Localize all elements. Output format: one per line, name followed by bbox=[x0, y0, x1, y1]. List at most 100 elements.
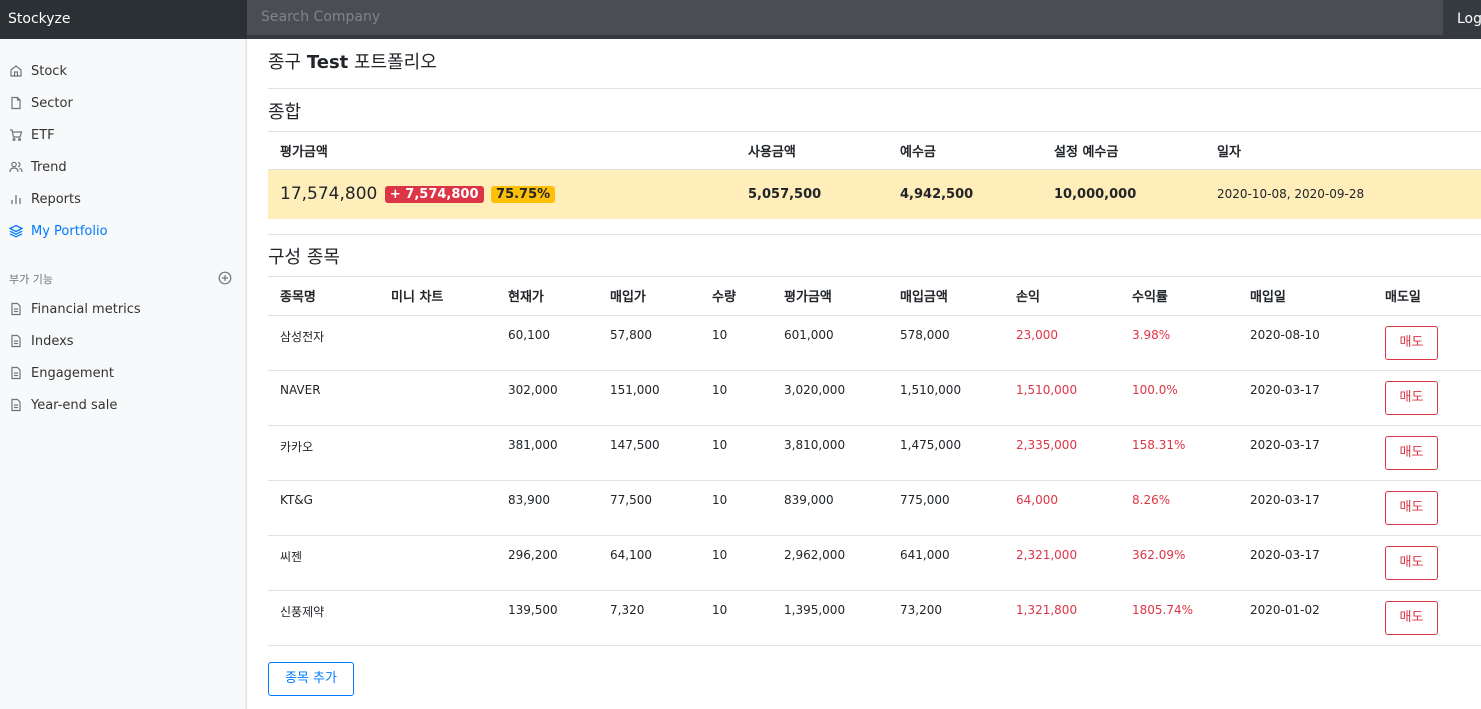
sell-cell: 매도 bbox=[1373, 590, 1481, 646]
sidebar-item-year-end-sale[interactable]: Year-end sale bbox=[0, 389, 246, 421]
stock-name[interactable]: NAVER bbox=[268, 370, 379, 426]
buy-price: 57,800 bbox=[598, 315, 700, 371]
table-row: 씨젠 296,200 64,100 10 2,962,000 641,000 2… bbox=[268, 535, 1481, 591]
buy-date: 2020-01-02 bbox=[1238, 590, 1373, 646]
buy-date: 2020-08-10 bbox=[1238, 315, 1373, 371]
profit-loss: 2,335,000 bbox=[1004, 425, 1120, 481]
main-content: 종구 Test 포트폴리오 종합 평가금액 사용금액 예수금 설정 예수금 일자… bbox=[268, 39, 1481, 696]
table-row: 카카오 381,000 147,500 10 3,810,000 1,475,0… bbox=[268, 425, 1481, 481]
eval-amount: 3,020,000 bbox=[772, 370, 888, 426]
holdings-header: 매입일 bbox=[1238, 275, 1373, 316]
stock-name[interactable]: 신풍제약 bbox=[268, 590, 379, 646]
brand-logo[interactable]: Stockyze bbox=[0, 0, 247, 39]
page-title-bold: Test bbox=[306, 52, 349, 73]
sidebar-section-heading: 부가 기능 bbox=[0, 269, 246, 289]
eval-amount: 601,000 bbox=[772, 315, 888, 371]
sell-button[interactable]: 매도 bbox=[1385, 325, 1438, 360]
summary-title: 종합 bbox=[268, 102, 302, 123]
profit-loss: 64,000 bbox=[1004, 480, 1120, 536]
sidebar-item-indexs[interactable]: Indexs bbox=[0, 325, 246, 357]
sidebar-item-label: ETF bbox=[31, 127, 55, 143]
file-text-icon bbox=[9, 366, 23, 380]
page-title-prefix: 종구 bbox=[268, 52, 307, 73]
users-icon bbox=[9, 160, 23, 174]
plus-circle-icon[interactable] bbox=[218, 271, 232, 288]
sidebar-item-label: Year-end sale bbox=[31, 397, 118, 413]
deposit-value: 4,942,500 bbox=[888, 169, 1042, 219]
logout-link[interactable]: Logout bbox=[1443, 0, 1481, 39]
buy-date: 2020-03-17 bbox=[1238, 425, 1373, 481]
sidebar-item-trend[interactable]: Trend bbox=[0, 151, 246, 183]
sell-button[interactable]: 매도 bbox=[1385, 545, 1438, 580]
cart-icon bbox=[9, 128, 23, 142]
divider bbox=[268, 88, 1481, 89]
buy-price: 147,500 bbox=[598, 425, 700, 481]
sell-button[interactable]: 매도 bbox=[1385, 380, 1438, 415]
return-rate: 1805.74% bbox=[1120, 590, 1238, 646]
return-rate: 158.31% bbox=[1120, 425, 1238, 481]
holdings-header: 매입금액 bbox=[888, 275, 1004, 316]
cost-amount: 641,000 bbox=[888, 535, 1004, 591]
sidebar-item-etf[interactable]: ETF bbox=[0, 119, 246, 151]
buy-price: 64,100 bbox=[598, 535, 700, 591]
summary-header: 평가금액 bbox=[268, 131, 736, 170]
sell-cell: 매도 bbox=[1373, 425, 1481, 481]
holdings-header: 매입가 bbox=[598, 275, 700, 316]
summary-row: 17,574,800 + 7,574,800 75.75% 5,057,500 … bbox=[268, 169, 1481, 219]
sidebar-item-label: Financial metrics bbox=[31, 301, 141, 317]
eval-amount: 839,000 bbox=[772, 480, 888, 536]
sidebar-item-stock[interactable]: Stock bbox=[0, 55, 246, 87]
summary-header: 사용금액 bbox=[736, 131, 888, 170]
stock-name[interactable]: KT&G bbox=[268, 480, 379, 536]
sell-cell: 매도 bbox=[1373, 535, 1481, 591]
sidebar-item-my-portfolio[interactable]: My Portfolio bbox=[0, 215, 246, 247]
sidebar-item-label: Indexs bbox=[31, 333, 74, 349]
sidebar-item-financial-metrics[interactable]: Financial metrics bbox=[0, 293, 246, 325]
used-value: 5,057,500 bbox=[736, 169, 888, 219]
mini-chart bbox=[379, 425, 496, 481]
sidebar: Stock Sector ETF Trend Reports My Portfo… bbox=[0, 39, 247, 709]
sidebar-item-sector[interactable]: Sector bbox=[0, 87, 246, 119]
quantity: 10 bbox=[700, 425, 772, 481]
holdings-header-row: 종목명 미니 차트 현재가 매입가 수량 평가금액 매입금액 손익 수익률 매입… bbox=[268, 275, 1481, 316]
buy-price: 151,000 bbox=[598, 370, 700, 426]
sell-button[interactable]: 매도 bbox=[1385, 435, 1438, 470]
quantity: 10 bbox=[700, 535, 772, 591]
sidebar-item-reports[interactable]: Reports bbox=[0, 183, 246, 215]
holdings-header: 손익 bbox=[1004, 275, 1120, 316]
add-stock-button[interactable]: 종목 추가 bbox=[268, 662, 354, 696]
evaluation-value: 17,574,800 bbox=[280, 184, 378, 205]
sidebar-item-label: Reports bbox=[31, 191, 81, 207]
bar-chart-icon bbox=[9, 192, 23, 206]
search-input[interactable] bbox=[247, 0, 1443, 35]
page-title: 종구 Test 포트폴리오 bbox=[268, 52, 1481, 74]
current-price: 139,500 bbox=[496, 590, 598, 646]
current-price: 381,000 bbox=[496, 425, 598, 481]
current-price: 83,900 bbox=[496, 480, 598, 536]
current-price: 302,000 bbox=[496, 370, 598, 426]
return-rate: 3.98% bbox=[1120, 315, 1238, 371]
sidebar-item-label: My Portfolio bbox=[31, 223, 108, 239]
table-row: KT&G 83,900 77,500 10 839,000 775,000 64… bbox=[268, 480, 1481, 536]
sell-button[interactable]: 매도 bbox=[1385, 600, 1438, 635]
holdings-header: 평가금액 bbox=[772, 275, 888, 316]
sidebar-item-label: Engagement bbox=[31, 365, 114, 381]
sell-button[interactable]: 매도 bbox=[1385, 490, 1438, 525]
stock-name[interactable]: 삼성전자 bbox=[268, 315, 379, 371]
stock-name[interactable]: 씨젠 bbox=[268, 535, 379, 591]
summary-header: 일자 bbox=[1205, 131, 1481, 170]
summary-header: 설정 예수금 bbox=[1042, 131, 1205, 170]
quantity: 10 bbox=[700, 370, 772, 426]
gain-badge: + 7,574,800 bbox=[384, 186, 484, 204]
eval-amount: 2,962,000 bbox=[772, 535, 888, 591]
buy-price: 7,320 bbox=[598, 590, 700, 646]
stock-name[interactable]: 카카오 bbox=[268, 425, 379, 481]
current-price: 60,100 bbox=[496, 315, 598, 371]
file-text-icon bbox=[9, 398, 23, 412]
mini-chart bbox=[379, 535, 496, 591]
mini-chart bbox=[379, 370, 496, 426]
set-deposit-value: 10,000,000 bbox=[1042, 169, 1205, 219]
sidebar-item-engagement[interactable]: Engagement bbox=[0, 357, 246, 389]
mini-chart bbox=[379, 315, 496, 371]
buy-date: 2020-03-17 bbox=[1238, 370, 1373, 426]
